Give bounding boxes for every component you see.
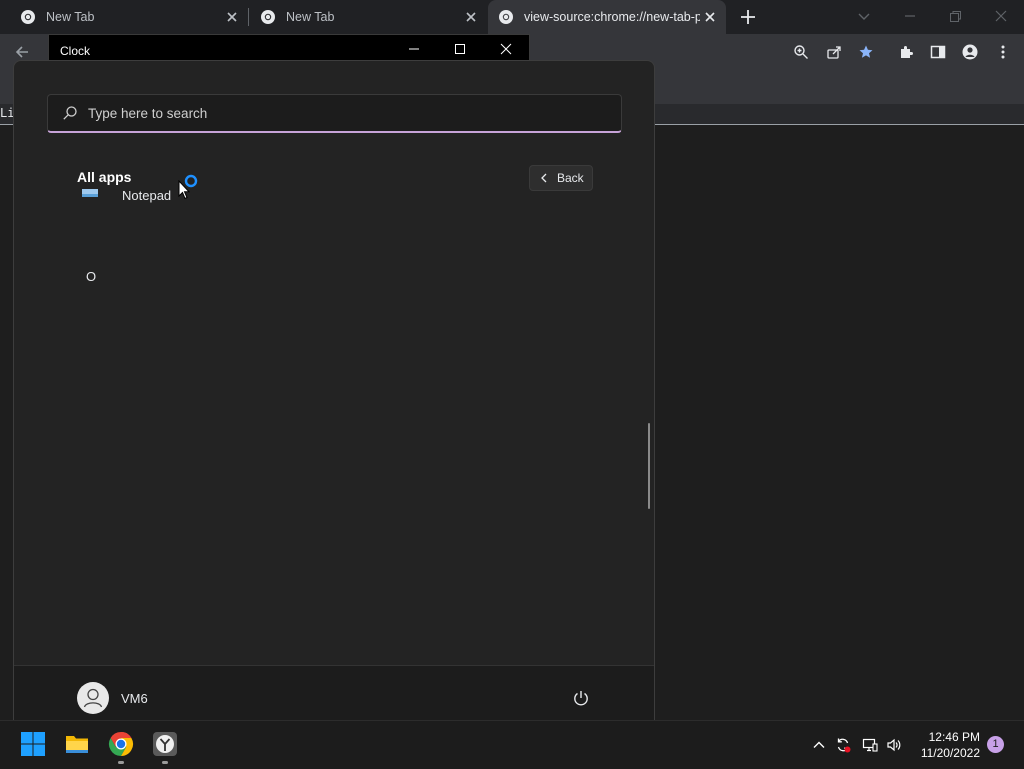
app-label: Notepad bbox=[122, 189, 172, 203]
notification-badge[interactable]: 1 bbox=[987, 736, 1004, 753]
taskbar-date[interactable]: 11/20/2022 bbox=[906, 746, 980, 760]
tab-new-tab-1[interactable]: New Tab bbox=[10, 0, 244, 34]
back-arrow-icon[interactable] bbox=[14, 44, 30, 60]
more-menu-icon[interactable] bbox=[995, 44, 1011, 60]
tab-view-source[interactable]: view-source:chrome://new-tab-p bbox=[488, 0, 726, 34]
restore-icon[interactable] bbox=[947, 8, 963, 24]
back-button[interactable]: Back bbox=[529, 165, 593, 191]
close-tab-icon[interactable] bbox=[703, 10, 717, 24]
chrome-favicon-icon bbox=[260, 9, 276, 25]
tab-new-tab-2[interactable]: New Tab bbox=[250, 0, 484, 34]
close-window-icon[interactable] bbox=[499, 42, 513, 56]
running-indicator bbox=[162, 761, 168, 764]
tab-title: New Tab bbox=[46, 10, 95, 24]
zoom-icon[interactable] bbox=[793, 44, 809, 60]
search-input[interactable] bbox=[88, 95, 608, 131]
app-list-item-notepad[interactable]: Notepad bbox=[74, 189, 374, 205]
volume-icon[interactable] bbox=[886, 737, 902, 753]
search-icon bbox=[62, 105, 78, 121]
start-search-box[interactable] bbox=[47, 94, 622, 133]
sync-alert-icon[interactable] bbox=[835, 737, 851, 753]
file-explorer-icon[interactable] bbox=[64, 731, 90, 757]
power-icon[interactable] bbox=[572, 689, 590, 707]
chevron-left-icon bbox=[539, 172, 549, 184]
windows-start-icon[interactable] bbox=[20, 731, 46, 757]
profile-icon[interactable] bbox=[962, 44, 978, 60]
bookmark-star-icon[interactable] bbox=[858, 44, 874, 60]
all-apps-heading: All apps bbox=[77, 169, 132, 185]
start-footer: VM6 bbox=[14, 665, 654, 722]
minimize-icon[interactable] bbox=[407, 42, 421, 56]
minimize-icon[interactable] bbox=[902, 8, 918, 24]
network-icon[interactable] bbox=[862, 737, 878, 753]
tab-title: view-source:chrome://new-tab-p bbox=[524, 10, 700, 24]
chrome-favicon-icon bbox=[498, 9, 514, 25]
running-indicator bbox=[118, 761, 124, 764]
chevron-up-icon[interactable] bbox=[811, 737, 827, 753]
tab-title: New Tab bbox=[286, 10, 335, 24]
close-tab-icon[interactable] bbox=[225, 10, 239, 24]
back-label: Back bbox=[557, 171, 584, 185]
user-name[interactable]: VM6 bbox=[121, 691, 148, 706]
start-menu: All apps Back Notepad O VM6 bbox=[13, 60, 655, 722]
mouse-pointer-icon bbox=[178, 180, 190, 200]
close-window-icon[interactable] bbox=[993, 8, 1009, 24]
clock-app-icon[interactable] bbox=[152, 731, 178, 757]
notepad-icon bbox=[80, 189, 100, 205]
new-tab-plus-icon[interactable] bbox=[739, 8, 757, 26]
chrome-icon[interactable] bbox=[108, 731, 134, 757]
tab-search-chevron-icon[interactable] bbox=[856, 8, 872, 24]
app-list-scrollbar[interactable] bbox=[648, 423, 650, 509]
clock-window-title: Clock bbox=[60, 44, 91, 58]
close-tab-icon[interactable] bbox=[464, 10, 478, 24]
browser-tab-strip: New Tab New Tab view-source:chrome://new… bbox=[0, 0, 1024, 34]
taskbar: 12:46 PM 11/20/2022 1 bbox=[0, 720, 1024, 769]
letter-group-header[interactable]: O bbox=[84, 269, 98, 284]
tab-separator bbox=[248, 8, 249, 26]
side-panel-icon[interactable] bbox=[930, 44, 946, 60]
extensions-puzzle-icon[interactable] bbox=[898, 44, 914, 60]
taskbar-time[interactable]: 12:46 PM bbox=[912, 730, 980, 744]
share-icon[interactable] bbox=[826, 44, 842, 60]
maximize-icon[interactable] bbox=[453, 42, 467, 56]
user-avatar-icon[interactable] bbox=[77, 682, 109, 714]
chrome-favicon-icon bbox=[20, 9, 36, 25]
